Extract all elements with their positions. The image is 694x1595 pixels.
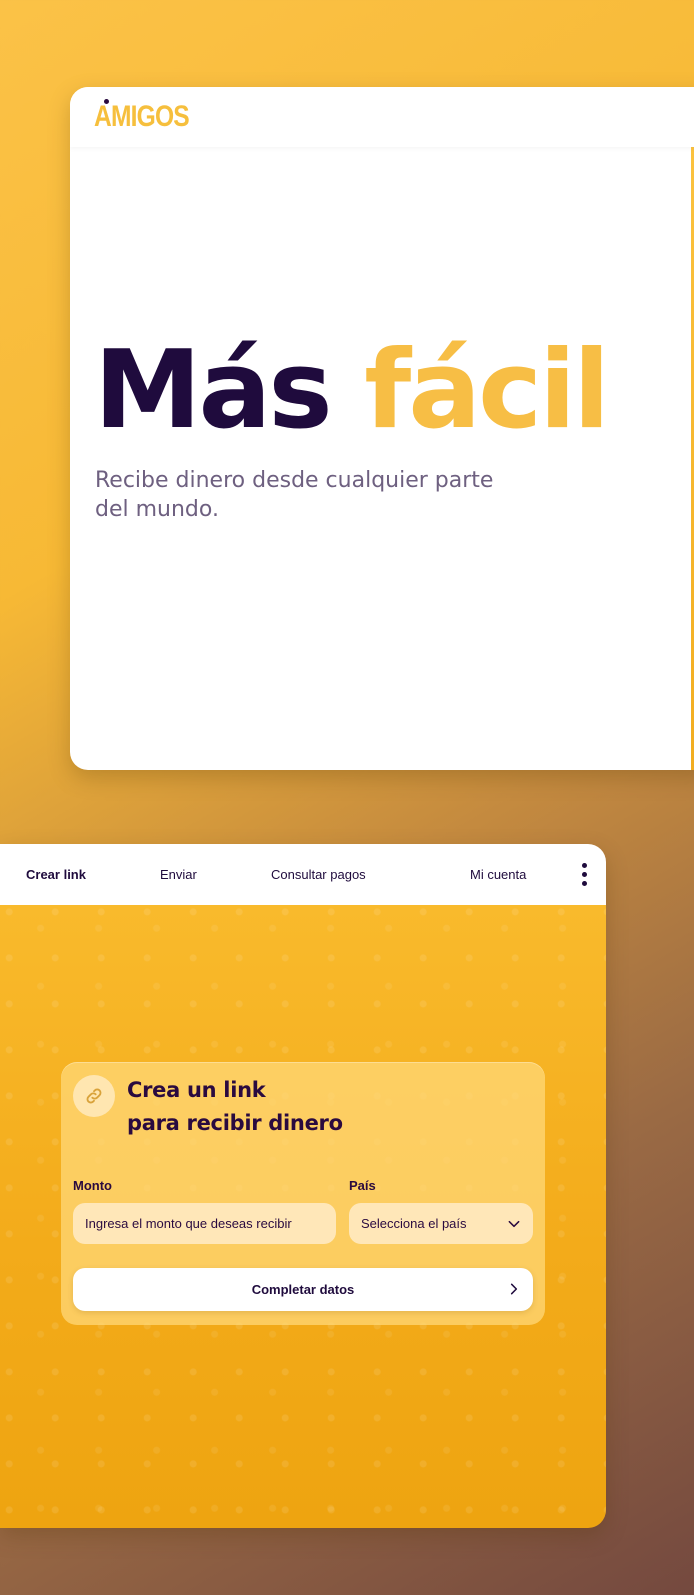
amount-input[interactable]: Ingresa el monto que deseas recibir xyxy=(73,1203,336,1244)
hero-title-part2: fácil xyxy=(364,328,610,453)
chevron-down-icon xyxy=(508,1220,520,1228)
amount-label: Monto xyxy=(73,1178,112,1193)
complete-data-label: Completar datos xyxy=(251,1282,355,1297)
hero-title-part1: Más xyxy=(94,328,333,453)
form-title: Crea un link para recibir dinero xyxy=(127,1074,343,1140)
logo-dot-icon xyxy=(104,99,109,104)
country-select-value: Selecciona el país xyxy=(361,1216,467,1231)
hero-card: AMIGOS Más fácil Recibe dinero desde cua… xyxy=(70,87,694,770)
country-select[interactable]: Selecciona el país xyxy=(349,1203,533,1244)
nav-item-mi-cuenta[interactable]: Mi cuenta xyxy=(470,844,526,905)
top-nav: Crear link Enviar Consultar pagos Mi cue… xyxy=(0,844,606,905)
nav-item-enviar[interactable]: Enviar xyxy=(160,844,197,905)
chevron-right-icon xyxy=(510,1283,518,1295)
hero-header: AMIGOS xyxy=(70,87,694,147)
nav-item-crear-link[interactable]: Crear link xyxy=(26,844,86,905)
amigos-logo[interactable]: AMIGOS xyxy=(94,100,190,134)
link-icon xyxy=(73,1075,115,1117)
kebab-menu-icon[interactable] xyxy=(578,863,590,887)
complete-data-button[interactable]: Completar datos xyxy=(73,1268,533,1311)
hero-subtitle: Recibe dinero desde cualquier parte del … xyxy=(95,468,494,522)
form-title-line1: Crea un link xyxy=(127,1078,266,1102)
form-title-line2: para recibir dinero xyxy=(127,1111,343,1135)
nav-item-consultar-pagos[interactable]: Consultar pagos xyxy=(271,844,366,905)
country-label: País xyxy=(349,1178,376,1193)
hero-title: Más fácil xyxy=(94,337,610,445)
create-link-form: Crea un link para recibir dinero Monto I… xyxy=(61,1062,545,1325)
